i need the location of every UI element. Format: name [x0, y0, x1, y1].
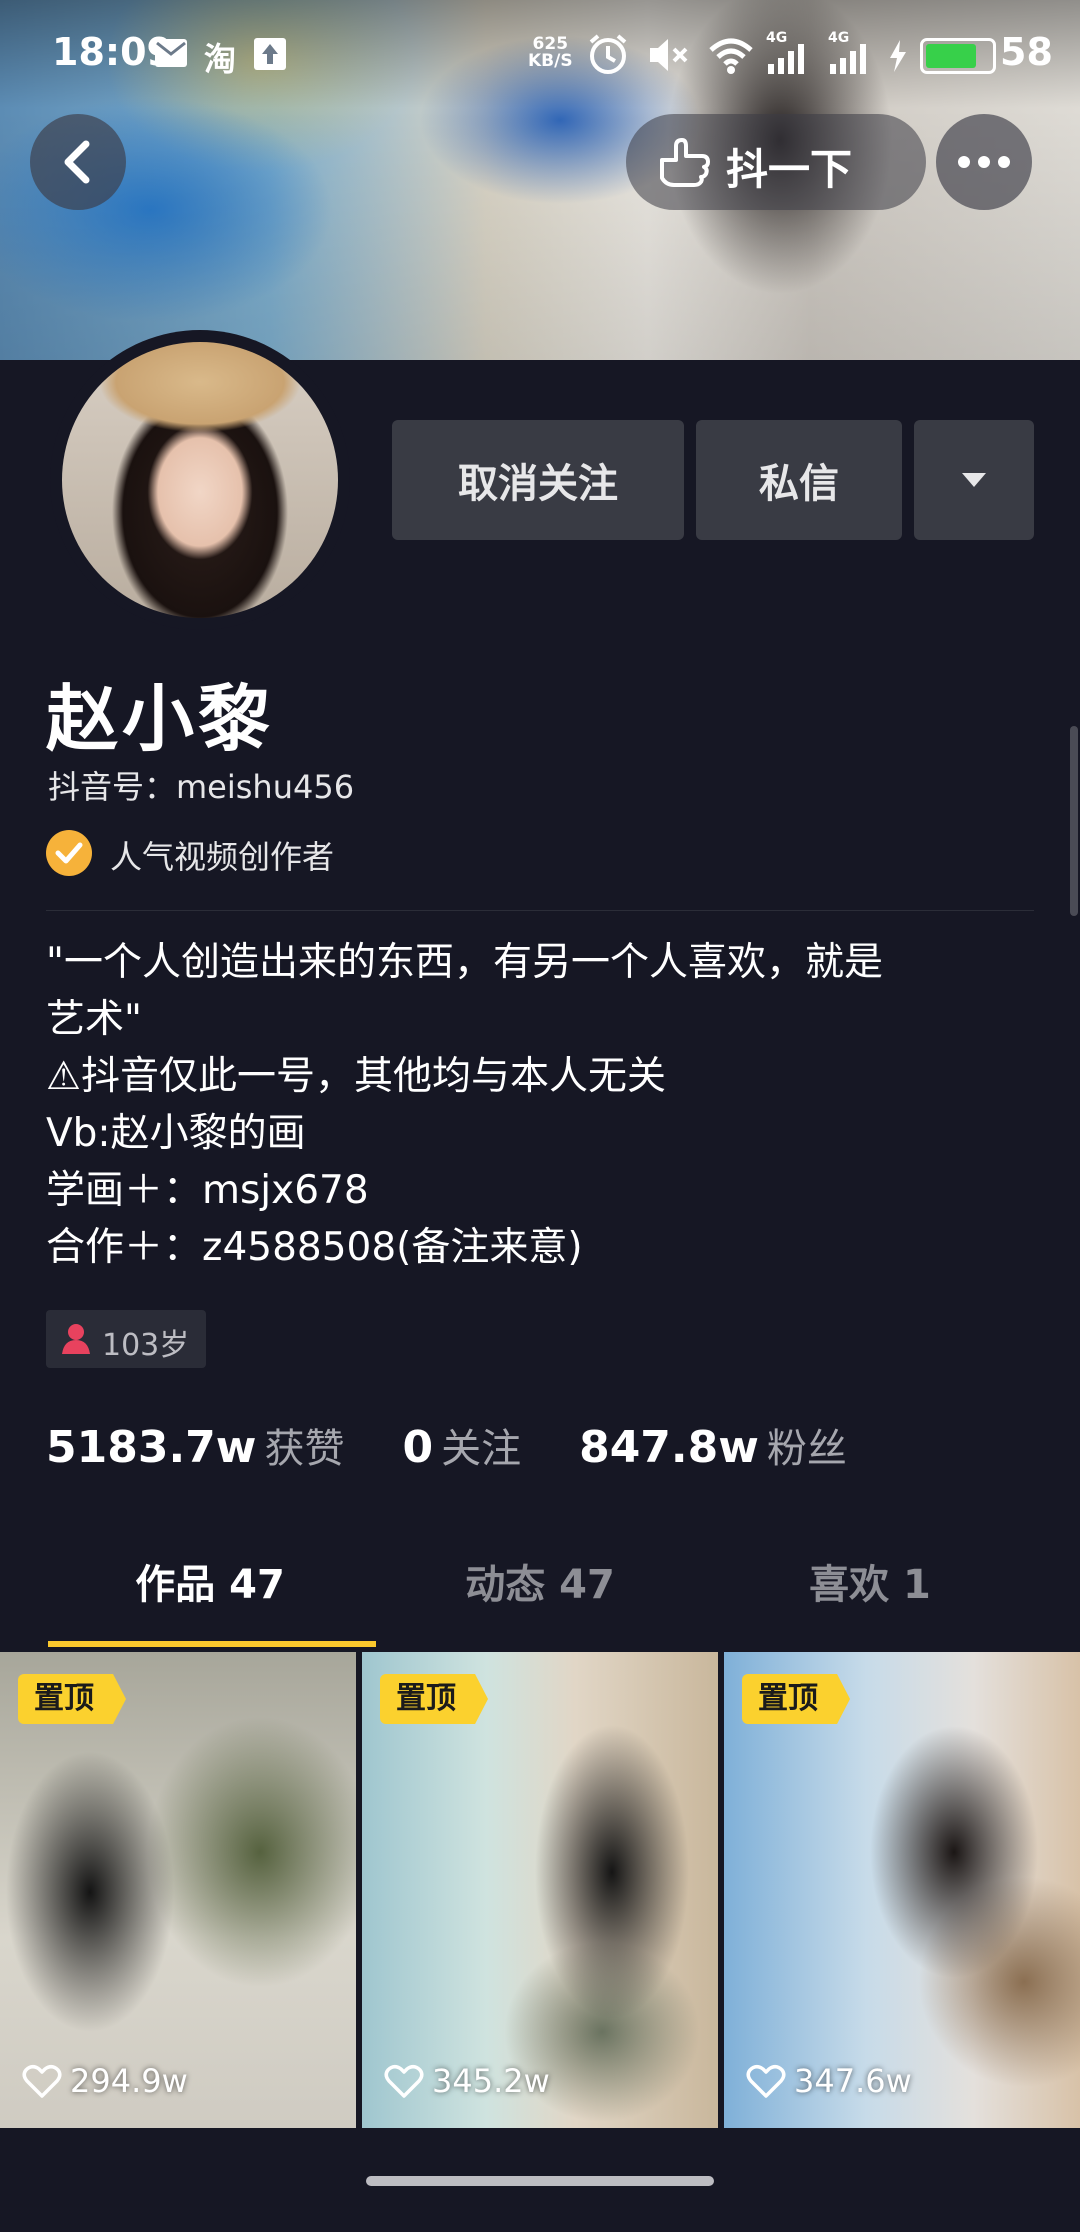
stat-followers[interactable]: 847.8w 粉丝: [579, 1416, 847, 1474]
stat-following[interactable]: 0 关注: [402, 1416, 521, 1474]
pinned-badge: 置顶: [18, 1674, 126, 1724]
stat-likes[interactable]: 5183.7w 获赞: [46, 1416, 344, 1474]
bio: "一个人创造出来的东西，有另一个人喜欢，就是 艺术" ⚠抖音仅此一号，其他均与本…: [46, 934, 1036, 1276]
bio-line: 学画＋：msjx678: [46, 1168, 369, 1213]
back-arrow-icon: [64, 140, 90, 184]
age-text: 103岁: [102, 1328, 190, 1363]
video-thumbnail[interactable]: 置顶 294.9w: [0, 1652, 356, 2128]
age-tag: 103岁: [46, 1310, 206, 1368]
mute-icon: [650, 39, 688, 71]
avatar[interactable]: [62, 342, 338, 618]
message-button[interactable]: 私信: [696, 420, 902, 540]
recommend-dropdown-button[interactable]: [914, 420, 1034, 540]
tab-dynamic[interactable]: 动态 47: [360, 1540, 720, 1630]
hand-point-icon: [660, 138, 710, 187]
stats-row: 5183.7w 获赞 0 关注 847.8w 粉丝: [46, 1416, 891, 1474]
heart-icon: [746, 2065, 786, 2098]
status-bar: 18:09 淘 625 KB/S 4G 4G 58: [52, 30, 1053, 78]
mail-icon: [155, 39, 187, 67]
female-person-icon: [62, 1324, 90, 1354]
upload-icon: [254, 38, 286, 70]
more-options-button[interactable]: [936, 114, 1032, 210]
bio-line: Vb:赵小黎的画: [46, 1111, 306, 1156]
taobao-icon: 淘: [204, 40, 237, 78]
bio-line: ⚠抖音仅此一号，其他均与本人无关: [46, 1054, 666, 1099]
battery-icon: [920, 38, 996, 74]
video-likes: 294.9w: [22, 2062, 188, 2100]
signal-icon: [768, 44, 804, 74]
tab-indicator: [48, 1641, 376, 1647]
video-thumbnail[interactable]: 置顶 347.6w: [724, 1652, 1080, 2128]
profile-name: 赵小黎: [46, 677, 275, 761]
pinned-badge: 置顶: [380, 1674, 488, 1724]
back-button[interactable]: [30, 114, 126, 210]
shake-label: 抖一下: [726, 145, 853, 194]
wifi-icon: [709, 38, 753, 74]
content-tabs: 作品 47 动态 47 喜欢 1: [0, 1540, 1080, 1650]
verification-label: 人气视频创作者: [110, 838, 335, 876]
charging-icon: [890, 40, 906, 72]
tab-likes[interactable]: 喜欢 1: [690, 1540, 1050, 1630]
video-likes: 347.6w: [746, 2062, 912, 2100]
douyin-id[interactable]: 抖音号：meishu456: [48, 762, 354, 808]
heart-icon: [22, 2065, 62, 2098]
heart-icon: [384, 2065, 424, 2098]
bio-line: 艺术": [46, 997, 142, 1042]
alarm-icon: [589, 34, 627, 74]
video-thumbnail[interactable]: 置顶 345.2w: [362, 1652, 718, 2128]
unfollow-button[interactable]: 取消关注: [392, 420, 684, 540]
more-dots-icon: [958, 156, 1010, 168]
divider: [46, 910, 1034, 911]
pinned-badge: 置顶: [742, 1674, 850, 1724]
bio-line: 合作＋：z4588508(备注来意): [46, 1225, 583, 1270]
net-speed: 625 KB/S: [528, 34, 573, 71]
bio-line: "一个人创造出来的东西，有另一个人喜欢，就是: [46, 940, 883, 985]
triangle-down-icon: [962, 473, 986, 487]
scrollbar[interactable]: [1070, 726, 1078, 916]
home-indicator[interactable]: [366, 2176, 714, 2186]
tab-works[interactable]: 作品 47: [30, 1540, 390, 1630]
video-likes: 345.2w: [384, 2062, 550, 2100]
battery-level: 58: [1000, 30, 1053, 74]
verified-check-icon: [46, 830, 92, 876]
signal-icon: [830, 44, 866, 74]
shake-button[interactable]: 抖一下: [626, 114, 926, 210]
